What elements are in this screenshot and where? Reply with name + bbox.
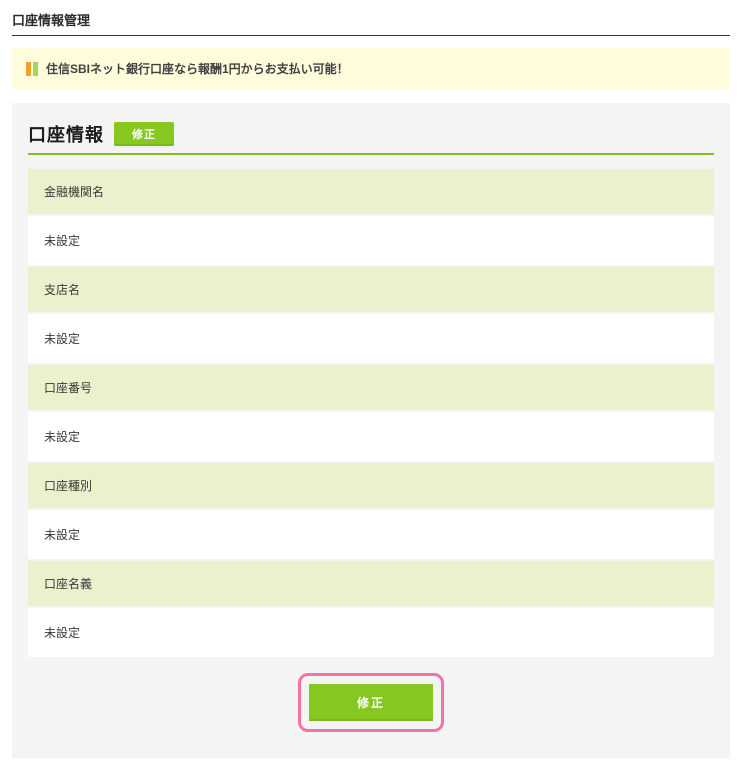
field-label-bank: 金融機関名 (28, 169, 714, 214)
field-row: 支店名 未設定 (28, 267, 714, 363)
notice-icon (26, 62, 38, 76)
field-row: 口座名義 未設定 (28, 561, 714, 657)
notice-text: 住信SBIネット銀行口座なら報酬1円からお支払い可能！ (46, 60, 349, 77)
field-value-account-number: 未設定 (28, 412, 714, 461)
highlight-frame: 修正 (298, 673, 444, 732)
field-row: 金融機関名 未設定 (28, 169, 714, 265)
field-label-account-holder: 口座名義 (28, 561, 714, 606)
notice-banner: 住信SBIネット銀行口座なら報酬1円からお支払い可能！ (12, 48, 730, 89)
page-title: 口座情報管理 (12, 10, 730, 29)
edit-button-small[interactable]: 修正 (114, 122, 174, 146)
account-info-card: 口座情報 修正 金融機関名 未設定 支店名 未設定 口座番号 未設定 口座種別 … (12, 103, 730, 758)
field-label-account-type: 口座種別 (28, 463, 714, 508)
section-title: 口座情報 (28, 121, 104, 147)
bottom-button-wrap: 修正 (28, 673, 714, 732)
field-label-branch: 支店名 (28, 267, 714, 312)
field-row: 口座種別 未設定 (28, 463, 714, 559)
divider (12, 35, 730, 36)
field-value-branch: 未設定 (28, 314, 714, 363)
field-value-bank: 未設定 (28, 216, 714, 265)
section-header: 口座情報 修正 (28, 121, 714, 155)
field-value-account-type: 未設定 (28, 510, 714, 559)
field-value-account-holder: 未設定 (28, 608, 714, 657)
edit-button-large[interactable]: 修正 (309, 684, 433, 721)
field-label-account-number: 口座番号 (28, 365, 714, 410)
field-row: 口座番号 未設定 (28, 365, 714, 461)
